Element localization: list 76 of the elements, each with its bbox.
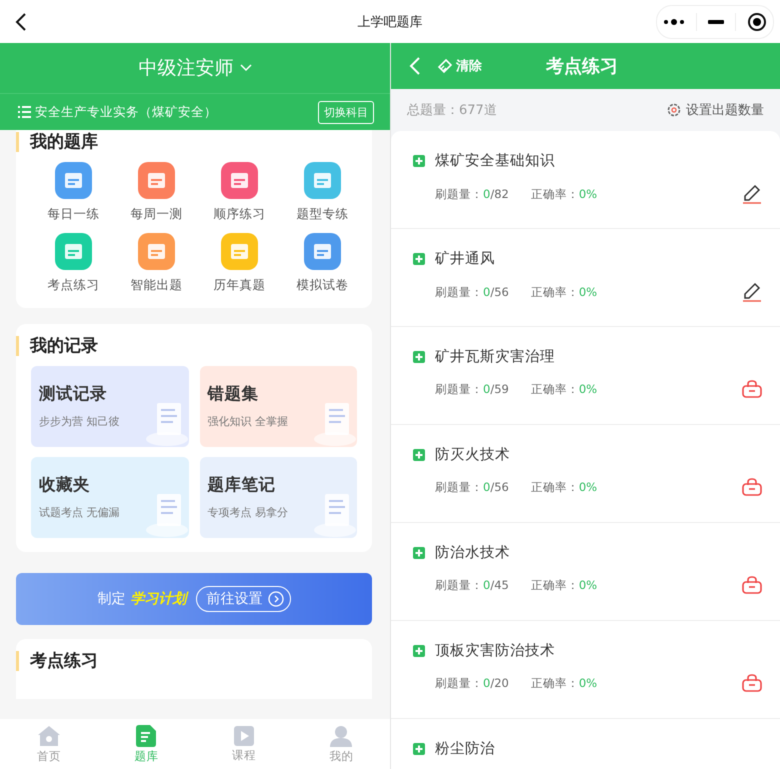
accuracy-rate: 正确率：0%	[530, 480, 598, 494]
topic-name: 防灭火技术	[435, 446, 510, 464]
page-title: 考点练习	[546, 55, 618, 78]
topic-name: 粉尘防治	[435, 740, 495, 758]
record-card[interactable]: 收藏夹 试题考点 无偏漏	[31, 457, 188, 538]
study-plan-banner[interactable]: 制定 学习计划 前往设置	[16, 573, 372, 625]
practice-count: 刷题量：0/56	[435, 480, 509, 494]
section-title: 我的题库	[16, 132, 372, 152]
topic-item[interactable]: 顶板灾害防治技术 刷题量：0/20 正确率：0%	[391, 621, 780, 719]
topic-name: 矿井瓦斯灾害治理	[435, 348, 555, 366]
close-target-icon[interactable]	[747, 12, 768, 32]
record-card[interactable]: 题库笔记 专项考点 易拿分	[200, 457, 357, 538]
expand-plus-icon[interactable]	[413, 448, 425, 460]
section-title: 我的记录	[16, 336, 372, 356]
banner-highlight: 学习计划	[130, 590, 186, 608]
practice-count: 刷题量：0/56	[435, 284, 509, 300]
topic-item[interactable]: 矿井通风 刷题量：0/56 正确率：0%	[391, 229, 780, 327]
brush-icon	[437, 58, 452, 74]
lock-icon[interactable]	[742, 380, 762, 398]
chevron-circle-icon	[268, 591, 284, 607]
topic-item[interactable]: 防灭火技术 刷题量：0/56 正确率：0%	[391, 425, 780, 523]
accuracy-rate: 正确率：0%	[530, 676, 598, 690]
topic-item[interactable]: 防治水技术 刷题量：0/45 正确率：0%	[391, 523, 780, 621]
topic-name: 煤矿安全基础知识	[435, 152, 555, 170]
accuracy-rate: 正确率：0%	[530, 578, 598, 592]
list-icon	[18, 106, 31, 118]
more-icon[interactable]	[662, 17, 685, 27]
back-icon[interactable]	[15, 12, 27, 32]
play-icon	[234, 726, 254, 746]
expand-plus-icon[interactable]	[413, 154, 425, 166]
accuracy-rate: 正确率：0%	[530, 382, 598, 396]
pencil-icon[interactable]	[742, 282, 762, 302]
expand-plus-icon[interactable]	[413, 742, 425, 754]
minimize-icon[interactable]	[708, 20, 724, 24]
lock-icon[interactable]	[742, 576, 762, 594]
home-icon	[36, 724, 61, 746]
accuracy-rate: 正确率：0%	[530, 284, 598, 300]
menu-item[interactable]: 考点练习	[32, 233, 115, 294]
app-title: 上学吧题库	[358, 14, 422, 30]
set-question-count-button[interactable]: 设置出题数量	[667, 101, 764, 119]
practice-count: 刷题量：0/45	[435, 578, 509, 592]
topic-name: 矿井通风	[435, 250, 495, 268]
subject-name: 安全生产专业实务（煤矿安全）	[35, 104, 218, 120]
practice-count: 刷题量：0/82	[435, 186, 509, 202]
chevron-down-icon	[240, 64, 252, 72]
menu-item[interactable]: 历年真题	[198, 233, 281, 294]
topic-item[interactable]: 煤矿安全基础知识 刷题量：0/82 正确率：0%	[391, 131, 780, 229]
expand-plus-icon[interactable]	[413, 350, 425, 362]
expand-plus-icon[interactable]	[413, 644, 425, 656]
expand-plus-icon[interactable]	[413, 252, 425, 264]
accuracy-rate: 正确率：0%	[530, 186, 598, 202]
pencil-icon[interactable]	[742, 184, 762, 204]
document-icon	[136, 724, 156, 746]
menu-item[interactable]: 智能出题	[115, 233, 198, 294]
record-card[interactable]: 测试记录 步步为营 知己彼	[31, 366, 188, 447]
settings-icon	[667, 103, 681, 117]
record-card[interactable]: 错题集 强化知识 全掌握	[200, 366, 357, 447]
expand-plus-icon[interactable]	[413, 546, 425, 558]
go-settings-button[interactable]: 前往设置	[196, 586, 290, 612]
total-count: 总题量：677道	[407, 102, 497, 119]
section-title: 考点练习	[16, 651, 372, 671]
menu-item[interactable]: 顺序练习	[198, 162, 281, 223]
lock-icon[interactable]	[742, 478, 762, 496]
lock-icon[interactable]	[742, 674, 762, 692]
topic-name: 防治水技术	[435, 544, 510, 562]
menu-item[interactable]: 每周一测	[115, 162, 198, 223]
topic-item[interactable]: 粉尘防治	[391, 719, 780, 769]
user-icon	[330, 724, 352, 746]
topic-name: 顶板灾害防治技术	[435, 642, 555, 660]
menu-item[interactable]: 每日一练	[32, 162, 115, 223]
practice-count: 刷题量：0/20	[435, 676, 509, 690]
menu-item[interactable]: 模拟试卷	[281, 233, 364, 294]
practice-count: 刷题量：0/59	[435, 382, 509, 396]
menu-item[interactable]: 题型专练	[281, 162, 364, 223]
banner-text: 制定	[98, 590, 126, 608]
topic-item[interactable]: 矿井瓦斯灾害治理 刷题量：0/59 正确率：0%	[391, 327, 780, 425]
